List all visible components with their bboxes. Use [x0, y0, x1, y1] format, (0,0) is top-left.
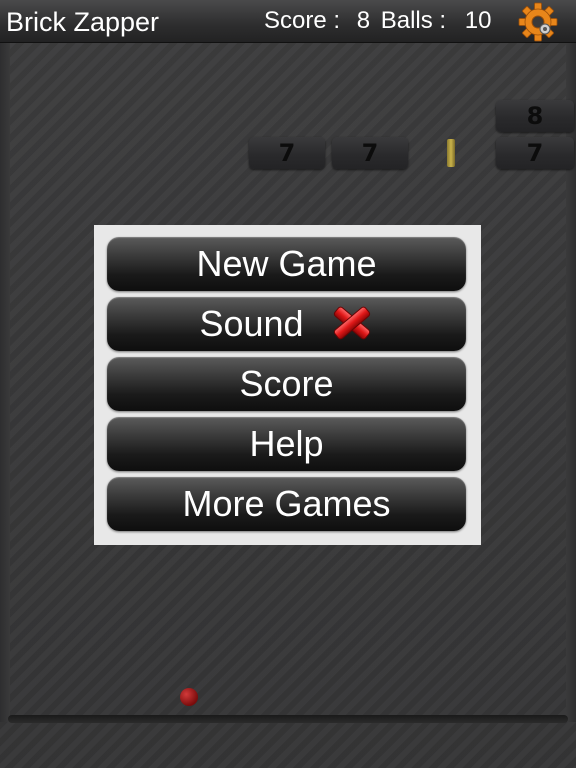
new-game-button[interactable]: New Game: [107, 237, 466, 291]
brick-value: 7: [361, 139, 379, 167]
red-x-icon: [333, 307, 370, 340]
brick: 7: [332, 137, 408, 169]
sound-button[interactable]: Sound: [107, 297, 466, 351]
more-games-label: More Games: [182, 483, 391, 524]
help-label: Help: [249, 423, 324, 464]
paddle[interactable]: [8, 715, 568, 723]
ball: [180, 688, 198, 706]
game-title: Brick Zapper: [6, 7, 160, 37]
new-game-label: New Game: [196, 243, 377, 284]
score-menu-label: Score: [239, 363, 334, 404]
score-button[interactable]: Score: [107, 357, 466, 411]
left-wall: [0, 42, 10, 722]
balls-value: 10: [464, 7, 492, 34]
gear-icon[interactable]: [518, 2, 558, 42]
sound-label: Sound: [199, 303, 304, 344]
brick-value: 7: [526, 139, 544, 167]
more-games-button[interactable]: More Games: [107, 477, 466, 531]
top-bar: Brick Zapper Score : 8 Balls : 10: [0, 0, 576, 43]
balls-label: Balls :: [380, 7, 447, 34]
hud: Score : 8 Balls : 10: [264, 4, 491, 38]
score-label: Score :: [264, 7, 341, 34]
brick: 8: [496, 100, 574, 132]
main-menu: New Game Sound Score Help More Games: [94, 225, 481, 545]
brick-value: 7: [278, 139, 296, 167]
brick: 7: [249, 137, 325, 169]
brick-value: 8: [526, 102, 544, 130]
score-value: 8: [356, 7, 371, 34]
help-button[interactable]: Help: [107, 417, 466, 471]
power-up-bar: [447, 139, 455, 167]
brick: 7: [496, 137, 574, 169]
